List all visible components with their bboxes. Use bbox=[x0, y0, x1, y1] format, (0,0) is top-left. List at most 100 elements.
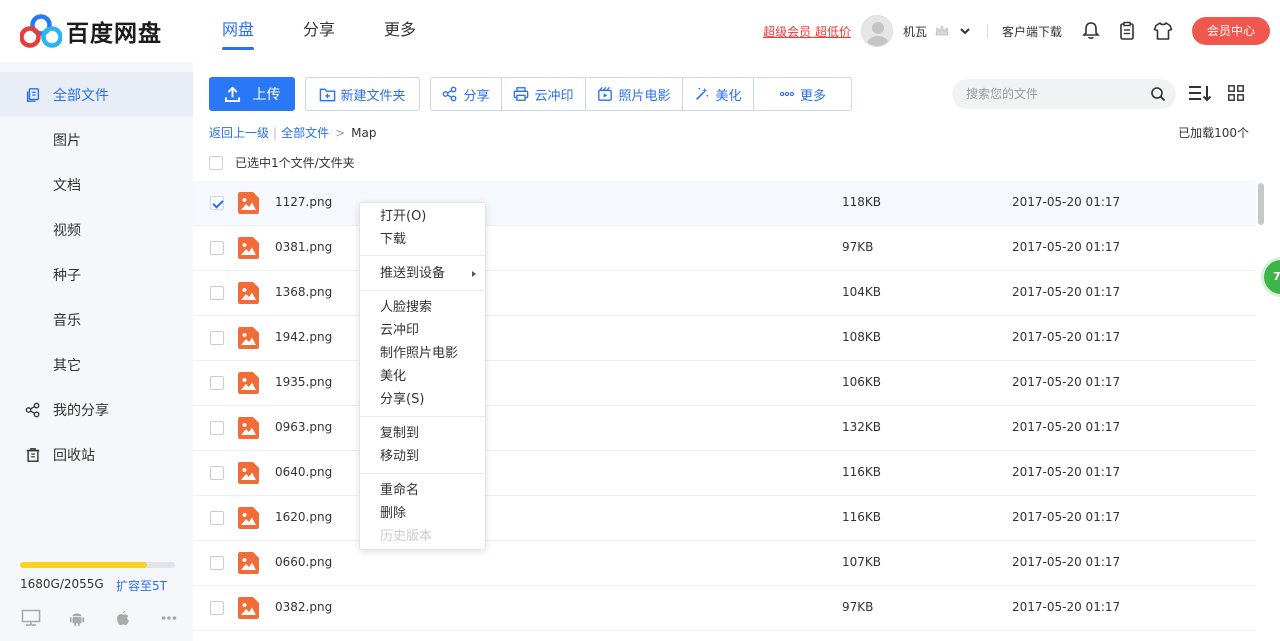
context-menu-item[interactable]: 分享(S) bbox=[360, 389, 485, 411]
file-date: 2017-05-20 01:17 bbox=[1012, 420, 1121, 434]
file-name[interactable]: 1368.png bbox=[275, 285, 332, 299]
context-menu-item[interactable]: 推送到设备 bbox=[360, 263, 485, 285]
file-row[interactable]: 0382.png 97KB 2017-05-20 01:17 bbox=[193, 586, 1256, 631]
file-row[interactable]: 1620.png 116KB 2017-05-20 01:17 bbox=[193, 496, 1256, 541]
row-checkbox[interactable] bbox=[210, 241, 224, 255]
file-row[interactable]: 0640.png 116KB 2017-05-20 01:17 bbox=[193, 451, 1256, 496]
file-row[interactable]: 1942.png 108KB 2017-05-20 01:17 bbox=[193, 316, 1256, 361]
photo-movie-button[interactable]: 照片电影 bbox=[586, 78, 683, 110]
menu-divider bbox=[360, 290, 485, 291]
bell-icon[interactable] bbox=[1080, 20, 1102, 42]
row-checkbox[interactable] bbox=[210, 376, 224, 390]
scrollbar-thumb[interactable] bbox=[1258, 183, 1264, 225]
file-row[interactable]: 1935.png 106KB 2017-05-20 01:17 bbox=[193, 361, 1256, 406]
sidebar-item-videos[interactable]: 视频 bbox=[0, 207, 193, 252]
row-checkbox[interactable] bbox=[210, 421, 224, 435]
file-name[interactable]: 0381.png bbox=[275, 240, 332, 254]
android-icon[interactable] bbox=[66, 608, 88, 628]
new-folder-button[interactable]: 新建文件夹 bbox=[305, 77, 420, 111]
upload-button[interactable]: 上传 bbox=[209, 77, 295, 111]
loaded-count: 已加载100个 bbox=[1178, 126, 1249, 140]
file-name[interactable]: 1942.png bbox=[275, 330, 332, 344]
menu-divider bbox=[360, 473, 485, 474]
row-checkbox[interactable] bbox=[210, 601, 224, 615]
file-name[interactable]: 0963.png bbox=[275, 420, 332, 434]
cloud-print-button[interactable]: 云冲印 bbox=[502, 78, 586, 110]
nav-tab-more[interactable]: 更多 bbox=[384, 18, 416, 50]
context-menu-item[interactable]: 下载 bbox=[360, 229, 485, 251]
clipboard-icon[interactable] bbox=[1116, 20, 1138, 42]
file-name[interactable]: 1935.png bbox=[275, 375, 332, 389]
scrollbar[interactable] bbox=[1256, 181, 1266, 641]
context-menu-item[interactable]: 美化 bbox=[360, 366, 485, 388]
file-size: 108KB bbox=[842, 330, 882, 344]
sort-icon[interactable] bbox=[1187, 82, 1213, 104]
desktop-icon[interactable] bbox=[20, 608, 42, 628]
breadcrumb-root[interactable]: 全部文件 bbox=[281, 124, 329, 141]
row-checkbox[interactable] bbox=[210, 466, 224, 480]
sidebar-item-other[interactable]: 其它 bbox=[0, 342, 193, 387]
file-row[interactable]: 0660.png 107KB 2017-05-20 01:17 bbox=[193, 541, 1256, 586]
share-button[interactable]: 分享 bbox=[431, 78, 502, 110]
sidebar-item-torrents[interactable]: 种子 bbox=[0, 252, 193, 297]
sidebar-item-my-shares[interactable]: 我的分享 bbox=[0, 387, 193, 432]
sidebar-item-music[interactable]: 音乐 bbox=[0, 297, 193, 342]
context-menu-item[interactable]: 人脸搜索 bbox=[360, 297, 485, 319]
context-menu-item[interactable]: 复制到 bbox=[360, 423, 485, 445]
file-row[interactable]: 1368.png 104KB 2017-05-20 01:17 bbox=[193, 271, 1256, 316]
context-menu-item[interactable]: 移动到 bbox=[360, 446, 485, 468]
context-menu: 打开(O) 下载推送到设备人脸搜索云冲印 制作照片电影 美化 分享(S) 复制到 移动到重命… bbox=[359, 202, 486, 550]
context-menu-item[interactable]: 云冲印 bbox=[360, 320, 485, 342]
file-name[interactable]: 0382.png bbox=[275, 600, 332, 614]
file-row[interactable]: 0963.png 132KB 2017-05-20 01:17 bbox=[193, 406, 1256, 451]
logo[interactable]: 百度网盘 bbox=[20, 14, 162, 48]
file-name[interactable]: 1620.png bbox=[275, 510, 332, 524]
row-checkbox[interactable] bbox=[210, 556, 224, 570]
row-checkbox[interactable] bbox=[210, 196, 224, 210]
context-menu-item[interactable]: 删除 bbox=[360, 503, 485, 525]
username[interactable]: 机瓦 bbox=[903, 23, 927, 40]
sidebar-item-docs[interactable]: 文档 bbox=[0, 162, 193, 207]
client-download-link[interactable]: 客户端下载 bbox=[1002, 23, 1062, 40]
file-size: 97KB bbox=[842, 600, 874, 614]
super-vip-link[interactable]: 超级会员 超低价 bbox=[763, 23, 851, 40]
file-name[interactable]: 1127.png bbox=[275, 195, 332, 209]
breadcrumb: 返回上一级 | 全部文件 > Map bbox=[209, 124, 376, 141]
context-menu-item-label: 打开(O) bbox=[380, 209, 427, 224]
avatar[interactable] bbox=[860, 15, 893, 47]
file-name[interactable]: 0640.png bbox=[275, 465, 332, 479]
context-menu-item[interactable]: 制作照片电影 bbox=[360, 343, 485, 365]
chevron-down-icon[interactable] bbox=[959, 25, 971, 37]
search-input[interactable] bbox=[952, 79, 1132, 109]
context-menu-item: 历史版本 bbox=[360, 526, 485, 548]
nav-tab-pan[interactable]: 网盘 bbox=[222, 18, 255, 50]
context-menu-item-label: 人脸搜索 bbox=[380, 300, 433, 315]
submenu-arrow-icon bbox=[472, 271, 476, 277]
file-row[interactable]: 1127.png 118KB 2017-05-20 01:17 bbox=[193, 181, 1256, 226]
context-menu-item[interactable]: 重命名 bbox=[360, 480, 485, 502]
file-name[interactable]: 0660.png bbox=[275, 555, 332, 569]
row-checkbox[interactable] bbox=[210, 331, 224, 345]
sidebar-item-all-files[interactable]: 全部文件 bbox=[0, 72, 193, 117]
apple-icon[interactable] bbox=[112, 608, 134, 628]
file-row[interactable]: 0381.png 97KB 2017-05-20 01:17 bbox=[193, 226, 1256, 271]
storage-quota-fill bbox=[20, 562, 148, 568]
grid-view-icon[interactable] bbox=[1223, 82, 1249, 104]
expand-storage-link[interactable]: 扩容至5T bbox=[116, 577, 167, 594]
skin-tshirt-icon[interactable] bbox=[1152, 20, 1174, 42]
more-button[interactable]: 更多 bbox=[754, 78, 851, 110]
breadcrumb-back[interactable]: 返回上一级 bbox=[209, 124, 269, 141]
select-all-checkbox[interactable] bbox=[209, 155, 223, 170]
vip-center-button[interactable]: 会员中心 bbox=[1192, 17, 1270, 45]
file-date: 2017-05-20 01:17 bbox=[1012, 330, 1121, 344]
more-icon[interactable] bbox=[158, 608, 180, 628]
beautify-button[interactable]: 美化 bbox=[683, 78, 754, 110]
search-icon[interactable] bbox=[1150, 86, 1166, 102]
row-checkbox[interactable] bbox=[210, 511, 224, 525]
image-file-icon bbox=[238, 327, 259, 349]
sidebar-item-images[interactable]: 图片 bbox=[0, 117, 193, 162]
context-menu-item[interactable]: 打开(O) bbox=[360, 206, 485, 228]
sidebar-item-recycle-bin[interactable]: 回收站 bbox=[0, 432, 193, 477]
nav-tab-share[interactable]: 分享 bbox=[303, 18, 335, 50]
row-checkbox[interactable] bbox=[210, 286, 224, 300]
